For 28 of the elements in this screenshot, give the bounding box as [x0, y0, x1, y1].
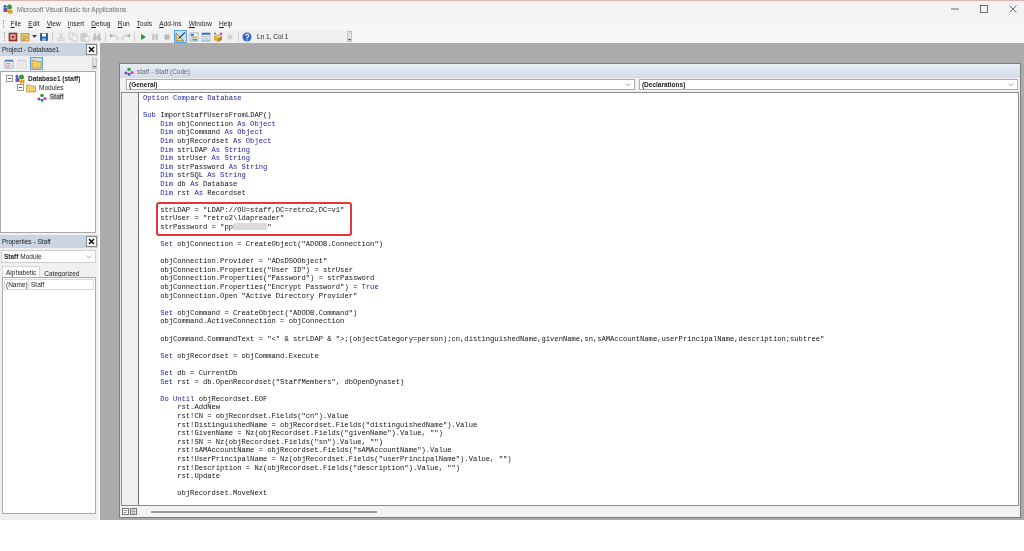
full-module-view-icon[interactable] — [130, 508, 137, 515]
scrollbar-thumb[interactable] — [151, 510, 377, 513]
host-view-icon[interactable] — [8, 31, 18, 42]
object-browser-icon[interactable] — [213, 31, 223, 42]
folder-icon — [26, 82, 36, 93]
app-icon — [3, 4, 13, 14]
caret-icon[interactable] — [32, 35, 37, 38]
run-icon[interactable] — [138, 31, 148, 42]
module-icon — [124, 66, 134, 76]
help-icon[interactable] — [242, 31, 252, 42]
save-icon[interactable] — [39, 31, 49, 42]
procedure-view-icon[interactable] — [122, 508, 129, 515]
toggle-folders-icon[interactable] — [30, 57, 43, 70]
project-explorer-icon[interactable] — [189, 31, 199, 42]
view-code-icon[interactable] — [4, 58, 14, 69]
close-icon[interactable] — [86, 44, 97, 55]
toolbar-options-icon[interactable] — [347, 31, 352, 42]
module-icon — [37, 91, 47, 102]
caret-icon — [1008, 82, 1014, 87]
caret-icon — [86, 254, 92, 259]
collapse-icon[interactable] — [6, 75, 13, 82]
properties-icon[interactable] — [201, 31, 211, 42]
close-icon[interactable] — [86, 236, 97, 247]
design-mode-icon[interactable] — [174, 30, 187, 43]
collapse-icon[interactable] — [17, 84, 24, 91]
caret-icon — [624, 82, 631, 87]
project-icon — [15, 73, 25, 84]
maximize-icon[interactable] — [979, 4, 989, 14]
